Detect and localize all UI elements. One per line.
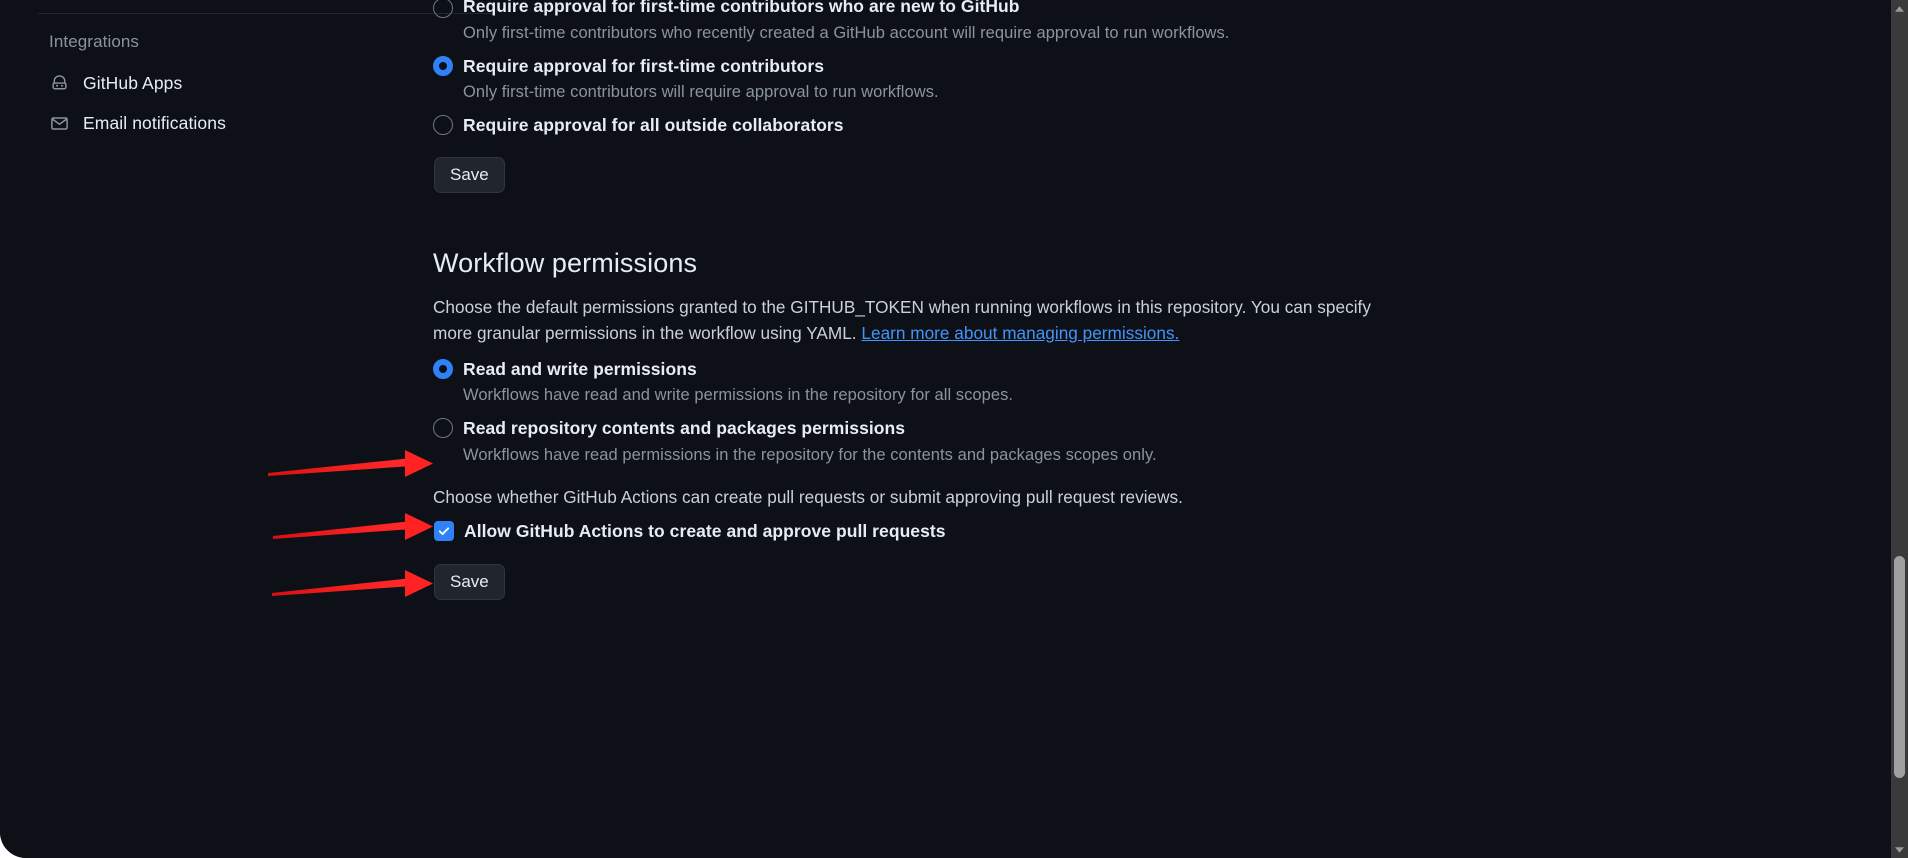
option-desc-require-approval-new-to-github: Only first-time contributors who recentl… <box>463 24 1230 42</box>
sidebar-divider <box>38 13 494 14</box>
save-button-fork-pr-approval[interactable]: Save <box>434 157 505 193</box>
option-desc-require-approval-first-time-contributors: Only first-time contributors will requir… <box>463 83 939 101</box>
sidebar-item-email-notifications[interactable]: Email notifications <box>49 110 226 136</box>
radio-require-approval-first-time-contributors[interactable] <box>433 56 453 76</box>
option-desc-read-contents-and-packages-permissions: Workflows have read permissions in the r… <box>463 446 1157 464</box>
sidebar-item-label: Email notifications <box>83 112 226 133</box>
envelope-icon <box>49 113 70 134</box>
learn-more-permissions-link[interactable]: Learn more about managing permissions. <box>861 323 1179 343</box>
option-label-require-approval-outside-collaborators[interactable]: Require approval for all outside collabo… <box>463 115 844 136</box>
workflow-permissions-description: Choose the default permissions granted t… <box>433 294 1373 346</box>
option-label-read-contents-and-packages-permissions[interactable]: Read repository contents and packages pe… <box>463 418 905 439</box>
option-label-require-approval-first-time-contributors[interactable]: Require approval for first-time contribu… <box>463 56 824 77</box>
radio-require-approval-outside-collaborators[interactable] <box>433 115 453 135</box>
scrollbar-thumb[interactable] <box>1894 556 1905 778</box>
save-button-workflow-permissions[interactable]: Save <box>434 564 505 600</box>
option-label-read-and-write-permissions[interactable]: Read and write permissions <box>463 359 697 380</box>
scroll-up-arrow-icon[interactable] <box>1891 0 1908 17</box>
scroll-down-arrow-icon[interactable] <box>1891 841 1908 858</box>
option-desc-read-and-write-permissions: Workflows have read and write permission… <box>463 386 1014 404</box>
sidebar-item-github-apps[interactable]: GitHub Apps <box>49 70 182 96</box>
vertical-scrollbar[interactable] <box>1891 0 1908 858</box>
radio-require-approval-new-to-github[interactable] <box>433 0 453 18</box>
checkbox-label-allow-actions-create-approve-pr[interactable]: Allow GitHub Actions to create and appro… <box>464 521 946 542</box>
checkbox-allow-actions-create-approve-pr[interactable] <box>434 521 454 541</box>
app-window: Integrations GitHub Apps Email notificat… <box>0 0 1908 858</box>
pull-request-permissions-paragraph: Choose whether GitHub Actions can create… <box>433 487 1183 507</box>
radio-read-and-write-permissions[interactable] <box>433 359 453 379</box>
github-app-icon <box>49 73 70 94</box>
page-title-workflow-permissions: Workflow permissions <box>433 248 698 278</box>
main-content: Require approval for first-time contribu… <box>433 0 1433 858</box>
sidebar-section-title: Integrations <box>49 32 140 51</box>
radio-read-contents-and-packages-permissions[interactable] <box>433 418 453 438</box>
sidebar-item-label: GitHub Apps <box>83 72 183 93</box>
option-label-require-approval-new-to-github[interactable]: Require approval for first-time contribu… <box>463 0 1020 17</box>
